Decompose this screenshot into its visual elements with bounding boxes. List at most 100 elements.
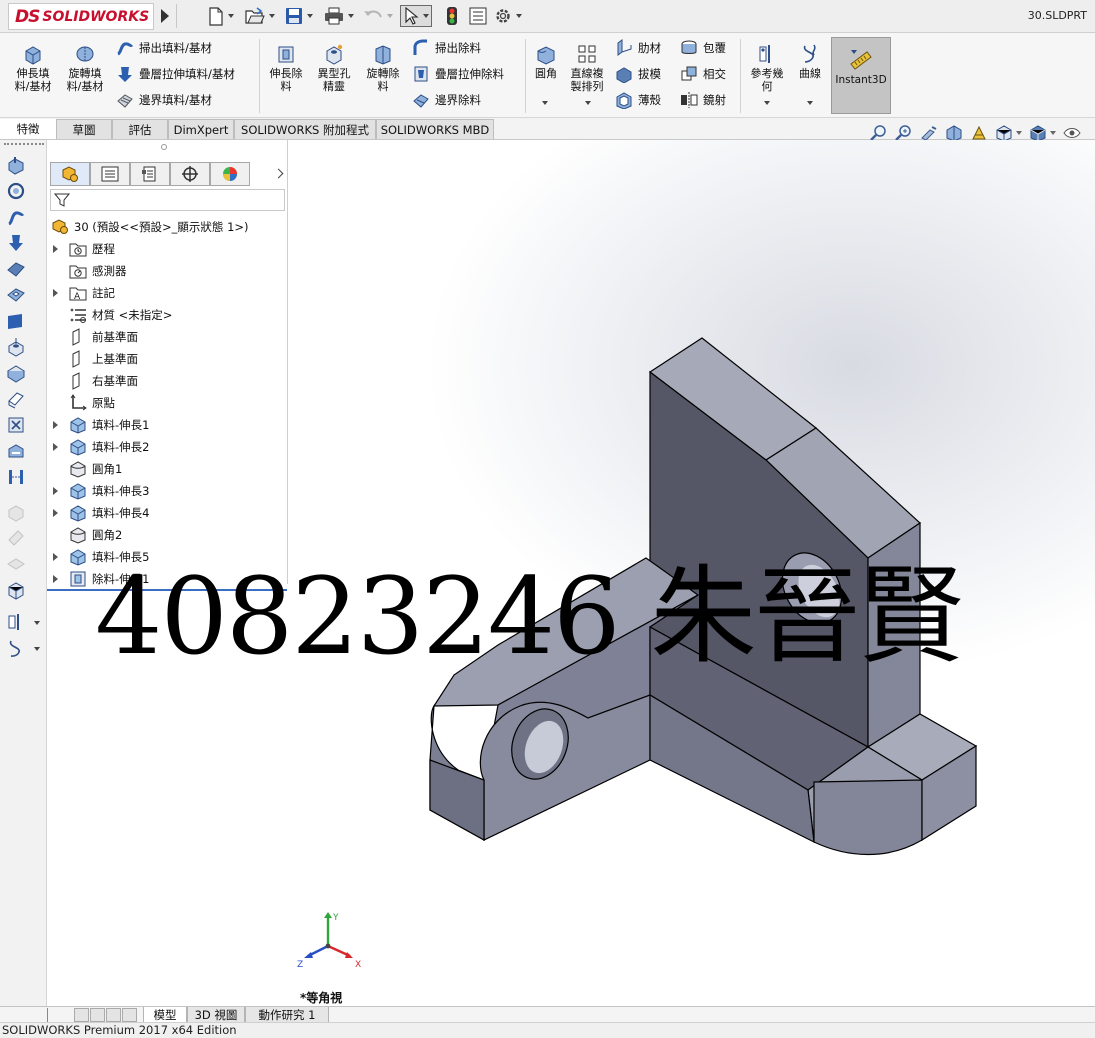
tree-filter-field[interactable]: [50, 189, 285, 211]
boundary-cut-icon[interactable]: [6, 441, 26, 461]
draft-button[interactable]: 拔模: [615, 65, 661, 83]
file-properties-button[interactable]: [469, 5, 487, 27]
wrap-button[interactable]: 包覆: [680, 39, 726, 57]
revolved-boss-button[interactable]: 旋轉填 料/基材: [62, 43, 108, 93]
tab-splitter[interactable]: [47, 1008, 48, 1022]
sweep-cut-icon[interactable]: [6, 389, 26, 409]
expand-arrow-icon[interactable]: [53, 245, 58, 253]
curves-dropdown[interactable]: [34, 647, 40, 651]
intersect-button[interactable]: 相交: [680, 65, 726, 83]
tab-motion-study[interactable]: 動作研究 1: [245, 1007, 329, 1023]
tab-display-manager[interactable]: [210, 162, 250, 186]
sweep-boss-icon[interactable]: [6, 207, 26, 227]
extruded-boss-button[interactable]: 伸長填 料/基材: [10, 43, 56, 93]
solid-body-icon[interactable]: [6, 580, 26, 600]
expand-arrow-icon[interactable]: [53, 509, 58, 517]
toolbar-grip[interactable]: [4, 143, 44, 145]
revolve-cut-icon[interactable]: [6, 363, 26, 383]
expand-arrow-icon[interactable]: [53, 421, 58, 429]
tree-item[interactable]: 圓角1: [53, 458, 122, 480]
first-tab-button[interactable]: [74, 1008, 89, 1022]
tree-item[interactable]: 感測器: [53, 260, 127, 282]
undo-button[interactable]: [363, 5, 393, 27]
tab-addins[interactable]: SOLIDWORKS 附加程式: [234, 119, 376, 139]
reference-geometry-dropdown[interactable]: [34, 621, 40, 625]
expand-arrow-icon[interactable]: [53, 487, 58, 495]
print-button[interactable]: [324, 5, 354, 27]
tree-item[interactable]: 填料-伸長1: [53, 414, 149, 436]
lofted-boss-button[interactable]: 疊層拉伸填料/基材: [116, 65, 235, 83]
solidworks-logo[interactable]: DS SOLIDWORKS: [8, 3, 154, 30]
loft-cut-icon[interactable]: [6, 415, 26, 435]
rebuild-button[interactable]: [446, 5, 458, 27]
tree-item[interactable]: A 註記: [53, 282, 115, 304]
shell-button[interactable]: 薄殼: [615, 91, 661, 109]
tab-sketch[interactable]: 草圖: [56, 119, 112, 139]
loft-boss-icon[interactable]: [6, 233, 26, 253]
tab-model[interactable]: 模型: [143, 1007, 187, 1023]
panel-grip-icon[interactable]: [161, 144, 167, 150]
tree-item[interactable]: 原點: [53, 392, 115, 414]
reference-geometry-icon[interactable]: [6, 612, 26, 632]
boundary-boss-button[interactable]: 邊界填料/基材: [116, 91, 212, 109]
tab-dimxpert-manager[interactable]: [170, 162, 210, 186]
reference-geometry-dropdown[interactable]: [764, 101, 770, 105]
options-button[interactable]: [494, 5, 522, 27]
tree-item[interactable]: 填料-伸長2: [53, 436, 149, 458]
tree-item[interactable]: 填料-伸長3: [53, 480, 149, 502]
tab-mbd[interactable]: SOLIDWORKS MBD: [376, 119, 494, 139]
fillet-dropdown[interactable]: [542, 101, 548, 105]
tree-root-part[interactable]: 30 (預設<<預設>_顯示狀態 1>): [51, 216, 249, 238]
tab-configuration-manager[interactable]: [130, 162, 170, 186]
tree-item[interactable]: 右基準面: [53, 370, 138, 392]
tree-item[interactable]: 材質 <未指定>: [53, 304, 172, 326]
tree-item[interactable]: 圓角2: [53, 524, 122, 546]
tab-features[interactable]: 特徵: [0, 119, 56, 139]
tab-evaluate[interactable]: 評估: [112, 119, 168, 139]
pattern-dropdown[interactable]: [585, 101, 591, 105]
new-document-button[interactable]: [208, 5, 234, 27]
tree-item[interactable]: 上基準面: [53, 348, 138, 370]
expand-arrow-icon[interactable]: [53, 289, 58, 297]
swept-boss-button[interactable]: 掃出填料/基材: [116, 39, 212, 57]
last-tab-button[interactable]: [122, 1008, 137, 1022]
expand-arrow-icon[interactable]: [53, 553, 58, 561]
tree-item[interactable]: 歷程: [53, 238, 115, 260]
thicken-icon[interactable]: [6, 467, 26, 487]
tree-item[interactable]: 前基準面: [53, 326, 138, 348]
expand-arrow-icon[interactable]: [53, 575, 58, 583]
open-document-button[interactable]: [245, 5, 275, 27]
extrude-cut-icon[interactable]: [6, 285, 26, 305]
tab-dimxpert[interactable]: DimXpert: [168, 119, 234, 139]
lofted-cut-button[interactable]: 疊層拉伸除料: [412, 65, 504, 83]
revolved-cut-button[interactable]: 旋轉除 料: [360, 43, 406, 93]
more-tabs-arrow-icon[interactable]: [273, 167, 283, 181]
swept-cut-button[interactable]: 掃出除料: [412, 39, 481, 57]
reference-geometry-button[interactable]: 參考幾 何: [746, 43, 788, 93]
previous-tab-button[interactable]: [90, 1008, 105, 1022]
plane-solid-icon[interactable]: [6, 311, 26, 331]
curves-icon[interactable]: [6, 638, 26, 658]
menu-expand-arrow-icon[interactable]: [158, 8, 172, 24]
fillet-button[interactable]: 圓角: [531, 43, 561, 80]
extrude-boss-icon[interactable]: [6, 155, 26, 175]
revolve-boss-icon[interactable]: [6, 181, 26, 201]
curves-dropdown[interactable]: [807, 101, 813, 105]
tab-feature-tree[interactable]: [50, 162, 90, 186]
hole-wizard-icon[interactable]: [6, 337, 26, 357]
boundary-cut-button[interactable]: 邊界除料: [412, 91, 481, 109]
extruded-cut-button[interactable]: 伸長除 料: [263, 43, 309, 93]
instant3d-button[interactable]: Instant3D: [831, 37, 891, 114]
linear-pattern-button[interactable]: 直線複 製排列: [566, 43, 608, 93]
rib-button[interactable]: 肋材: [615, 39, 661, 57]
mirror-button[interactable]: 鏡射: [680, 91, 726, 109]
tree-item[interactable]: 填料-伸長4: [53, 502, 149, 524]
save-button[interactable]: [285, 5, 313, 27]
expand-arrow-icon[interactable]: [53, 443, 58, 451]
hole-wizard-button[interactable]: 異型孔 精靈: [311, 43, 357, 93]
tab-property-manager[interactable]: [90, 162, 130, 186]
next-tab-button[interactable]: [106, 1008, 121, 1022]
boundary-boss-icon[interactable]: [6, 259, 26, 279]
curves-button[interactable]: 曲線: [795, 43, 825, 80]
tab-3d-view[interactable]: 3D 視圖: [187, 1007, 245, 1023]
